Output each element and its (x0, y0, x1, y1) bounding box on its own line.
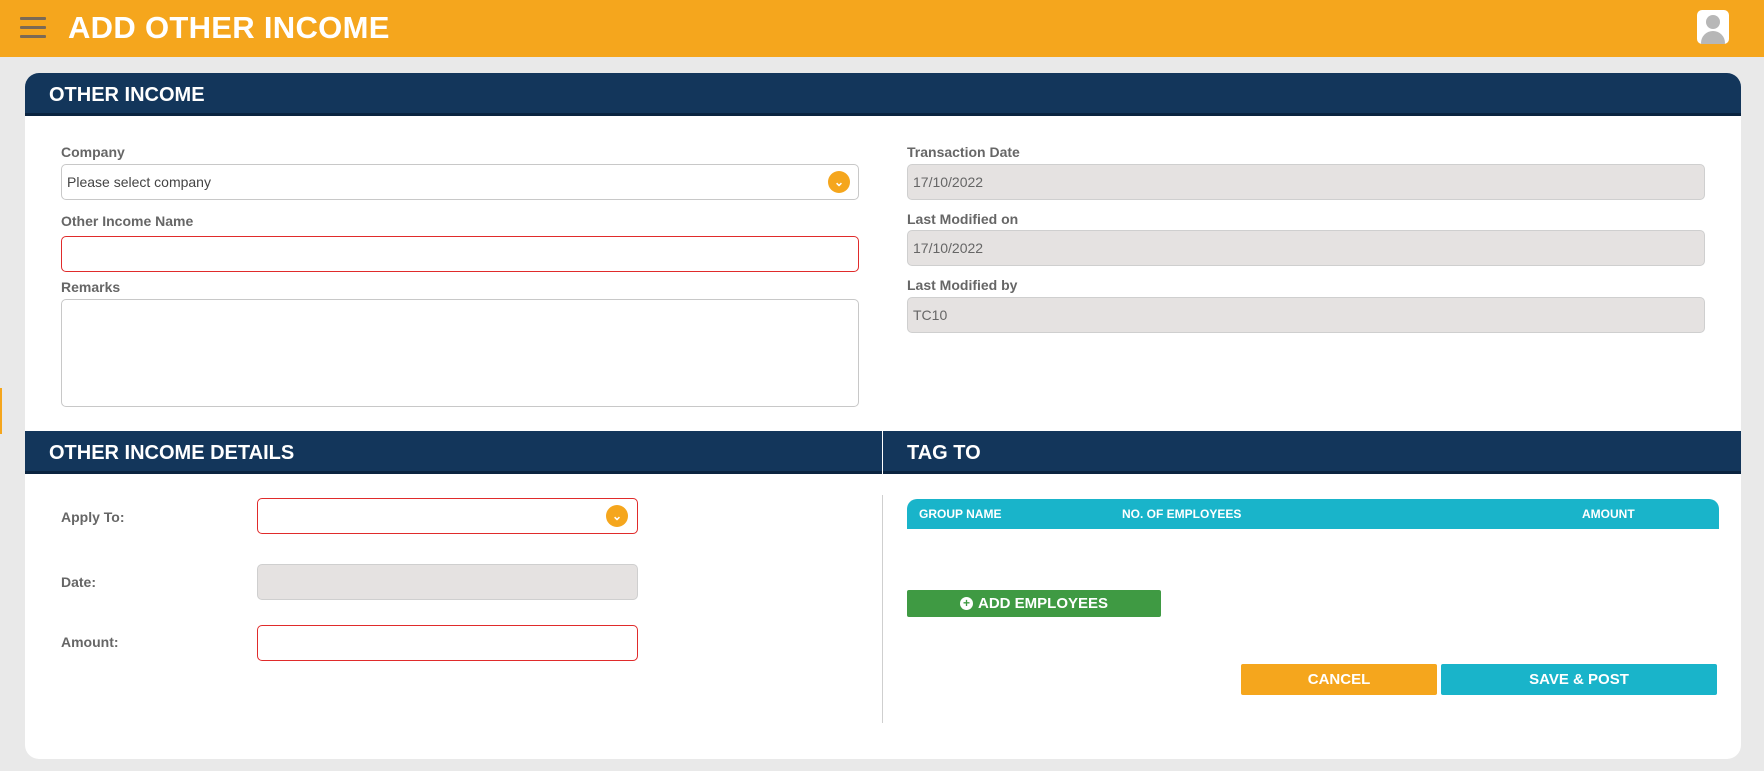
date-label: Date: (61, 574, 97, 590)
section-title: OTHER INCOME (49, 84, 205, 106)
tag-table-header: GROUP NAME NO. OF EMPLOYEES AMOUNT (907, 499, 1719, 529)
section-header-other-income-details: OTHER INCOME DETAILS (25, 431, 882, 474)
chevron-down-icon[interactable]: ⌄ (606, 505, 628, 527)
transaction-date-value: 17/10/2022 (913, 174, 984, 190)
other-income-name-label: Other Income Name (61, 213, 194, 229)
column-divider (882, 495, 883, 723)
add-employees-label: ADD EMPLOYEES (977, 595, 1109, 612)
last-modified-by-value: TC10 (913, 307, 948, 323)
section-title: TAG TO (907, 442, 981, 464)
last-modified-on-value: 17/10/2022 (913, 240, 984, 256)
company-select-value: Please select company (67, 174, 211, 190)
plus-circle-icon: + (959, 597, 973, 610)
apply-to-select[interactable]: ⌄ (257, 498, 638, 534)
section-header-tag-to: TAG TO (883, 431, 1741, 474)
hamburger-menu-icon[interactable] (20, 17, 46, 39)
date-field (257, 564, 638, 600)
last-modified-by-field: TC10 (907, 297, 1705, 333)
user-avatar-icon[interactable] (1697, 10, 1729, 44)
last-modified-by-label: Last Modified by (907, 277, 1018, 293)
other-income-name-input[interactable] (61, 236, 859, 272)
last-modified-on-label: Last Modified on (907, 211, 1019, 227)
company-label: Company (61, 144, 125, 160)
remarks-label: Remarks (61, 279, 121, 295)
last-modified-on-field: 17/10/2022 (907, 230, 1705, 266)
page-title: ADD OTHER INCOME (68, 10, 390, 45)
transaction-date-field: 17/10/2022 (907, 164, 1705, 200)
column-header-amount: AMOUNT (1582, 507, 1635, 521)
remarks-textarea[interactable] (61, 299, 859, 407)
top-bar: ADD OTHER INCOME (0, 0, 1764, 57)
column-header-group-name: GROUP NAME (919, 507, 1002, 521)
cancel-button[interactable]: CANCEL (1241, 664, 1437, 695)
section-header-other-income: OTHER INCOME (25, 73, 1741, 116)
save-and-post-button[interactable]: SAVE & POST (1441, 664, 1717, 695)
chevron-down-icon[interactable]: ⌄ (828, 171, 850, 193)
transaction-date-label: Transaction Date (907, 144, 1020, 160)
side-drawer-handle[interactable] (0, 388, 2, 434)
add-employees-button[interactable]: + ADD EMPLOYEES (907, 590, 1161, 617)
column-header-no-of-employees: NO. OF EMPLOYEES (1122, 507, 1242, 521)
main-card: OTHER INCOME Company Please select compa… (25, 73, 1741, 759)
amount-input[interactable] (257, 625, 638, 661)
company-select[interactable]: Please select company ⌄ (61, 164, 859, 200)
amount-label: Amount: (61, 634, 119, 650)
apply-to-label: Apply To: (61, 509, 125, 525)
section-title: OTHER INCOME DETAILS (49, 442, 295, 464)
